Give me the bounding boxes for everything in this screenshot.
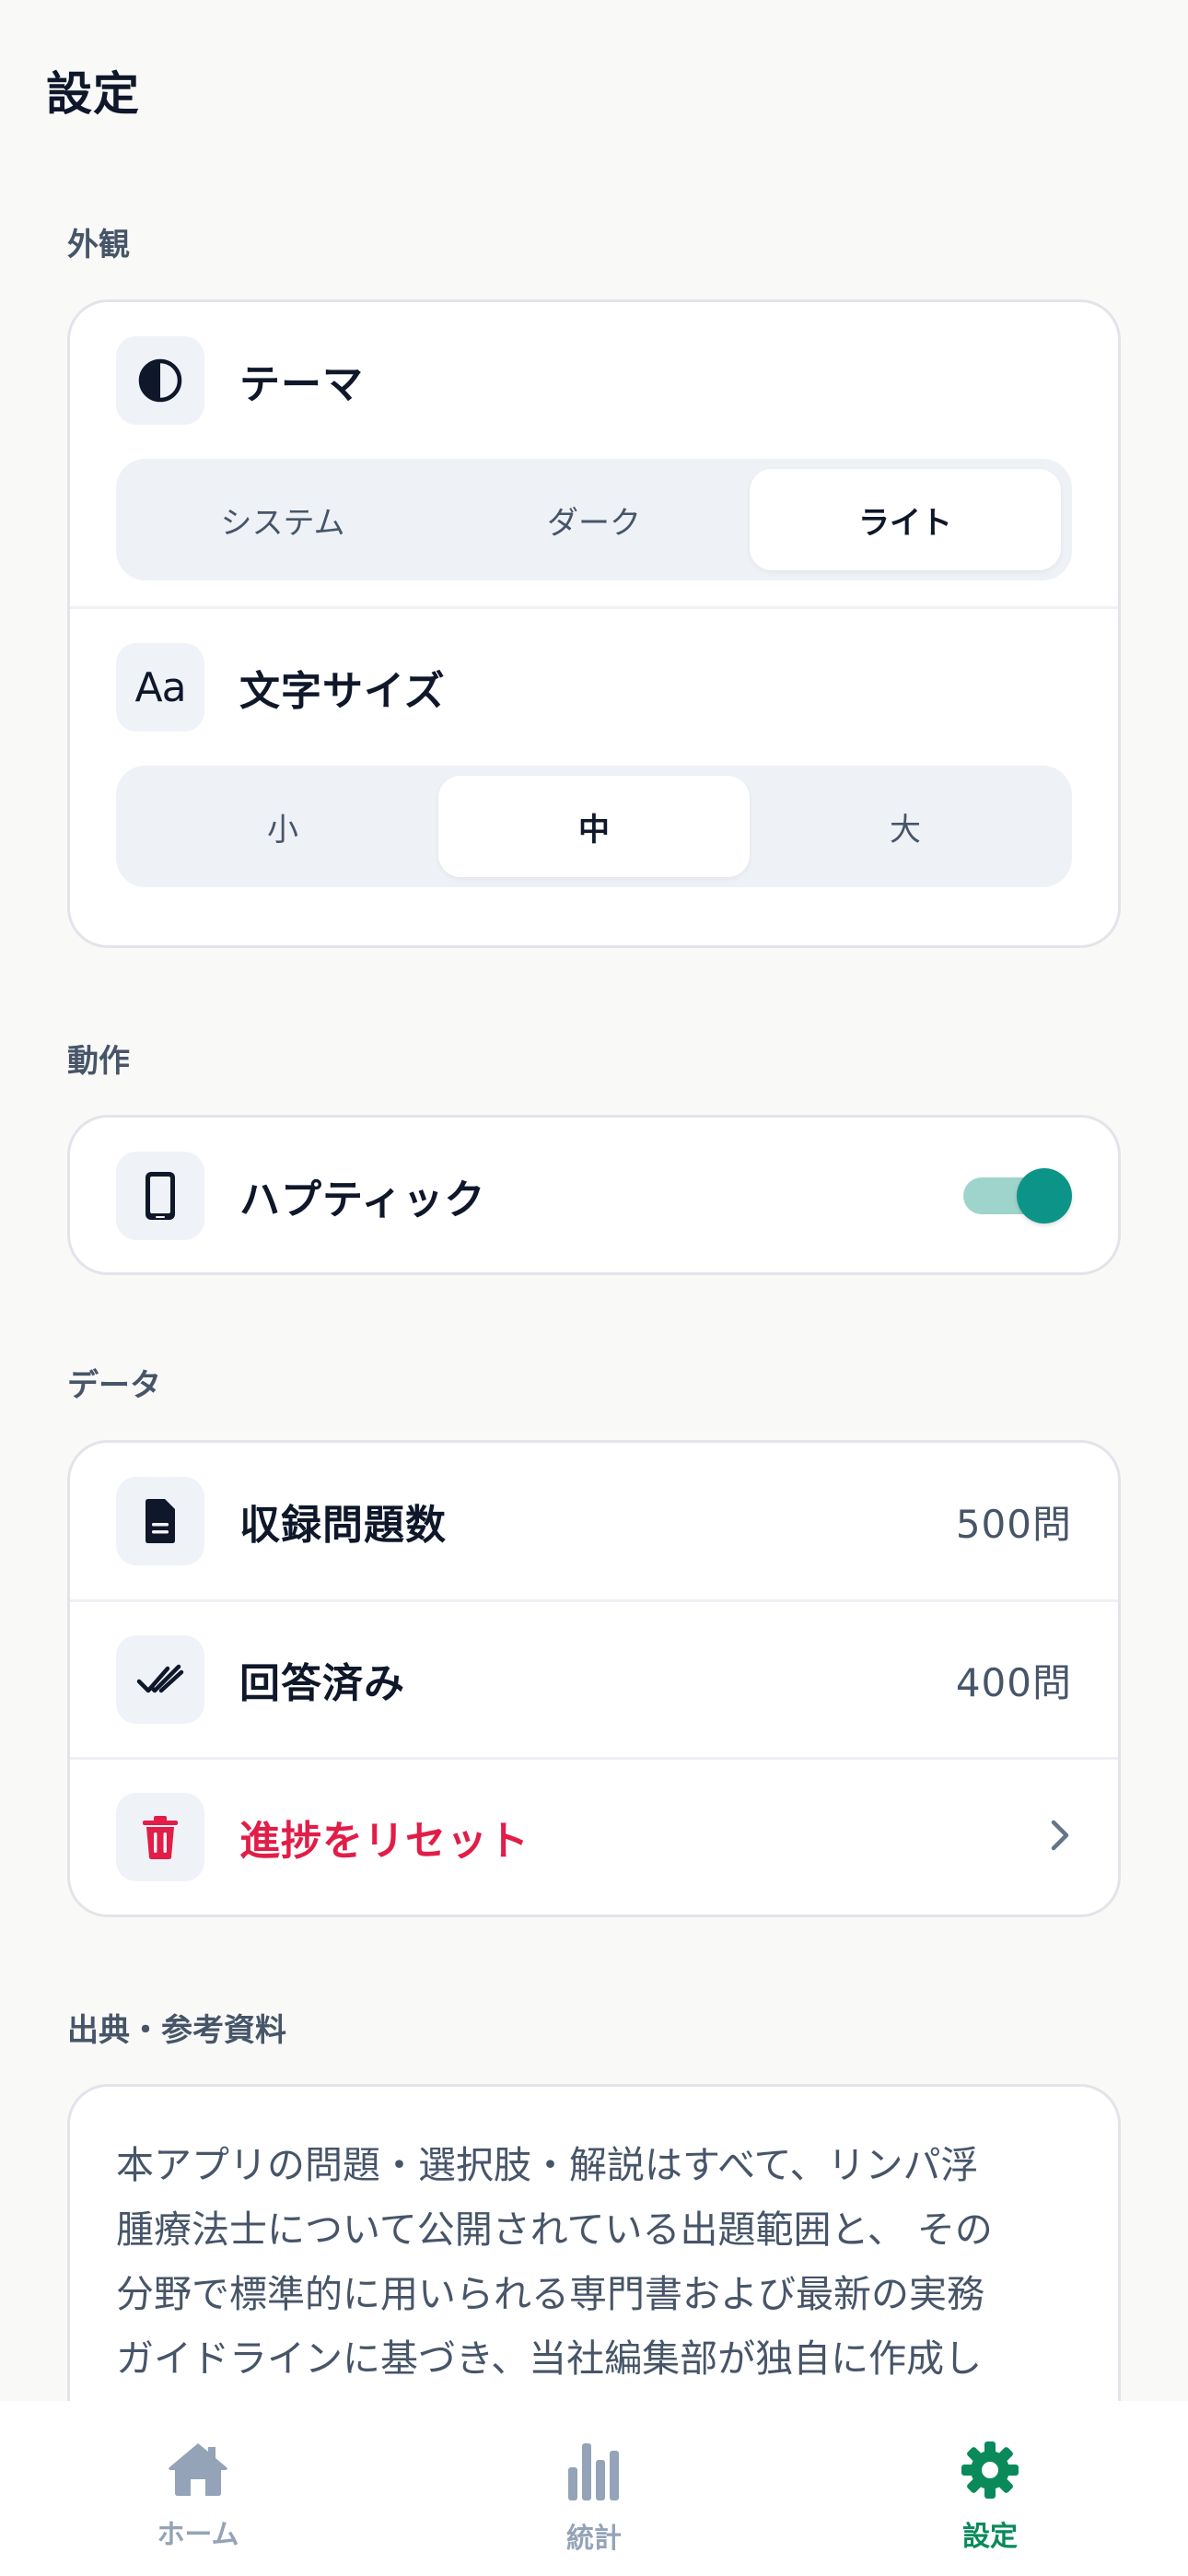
settings-screen: 設定 外観 テーマ システム ダーク ライト Aa 文字サイズ 小 中 大 動作…: [0, 0, 1188, 2576]
font-size-title: 文字サイズ: [239, 668, 446, 715]
font-size-option-small[interactable]: 小: [127, 776, 438, 877]
tab-home-label: ホーム: [157, 2519, 239, 2551]
font-size-row: Aa 文字サイズ: [70, 609, 1118, 766]
theme-option-system[interactable]: システム: [127, 469, 438, 570]
section-label-data: データ: [67, 1367, 161, 1404]
font-size-option-medium[interactable]: 中: [438, 776, 750, 877]
haptic-title: ハプティック: [239, 1177, 486, 1224]
sources-line: 本アプリの問題・選択肢・解説はすべて、リンパ浮: [116, 2143, 979, 2187]
haptic-row: ハプティック: [70, 1118, 1118, 1272]
sources-line: ガイドラインに基づき、当社編集部が独自に作成し: [116, 2336, 983, 2381]
theme-title: テーマ: [239, 361, 364, 408]
question-count-row: 収録問題数 500問: [70, 1443, 1118, 1599]
question-count-value: 500問: [955, 1501, 1072, 1547]
section-label-sources: 出典・参考資料: [67, 2012, 286, 2049]
font-size-segmented-control: 小 中 大: [116, 766, 1072, 887]
answered-title: 回答済み: [239, 1660, 405, 1707]
tab-stats[interactable]: 統計: [396, 2401, 792, 2576]
appearance-card: テーマ システム ダーク ライト Aa 文字サイズ 小 中 大: [67, 299, 1121, 948]
sources-line: 腫療法士について公開されている出題範囲と、 その: [116, 2207, 993, 2252]
reset-progress-button[interactable]: 進捗をリセット: [70, 1760, 1118, 1914]
question-count-title: 収録問題数: [239, 1502, 447, 1549]
theme-row: テーマ: [70, 302, 1118, 459]
haptic-toggle[interactable]: [960, 1168, 1072, 1224]
phone-icon: [116, 1152, 204, 1240]
document-icon: [116, 1477, 204, 1565]
data-card: 収録問題数 500問 回答済み 400問 進捗をリセット: [67, 1440, 1121, 1917]
font-size-option-large[interactable]: 大: [750, 776, 1061, 877]
contrast-icon: [116, 336, 204, 425]
bar-chart-icon: [565, 2440, 623, 2506]
theme-segmented-control: システム ダーク ライト: [116, 459, 1072, 580]
font-size-icon: Aa: [116, 643, 204, 732]
tab-bar: ホーム 統計 設定: [0, 2401, 1188, 2576]
answered-row: 回答済み 400問: [70, 1602, 1118, 1757]
theme-option-light[interactable]: ライト: [750, 469, 1061, 570]
trash-icon: [116, 1793, 204, 1881]
tab-settings[interactable]: 設定: [792, 2401, 1188, 2576]
double-check-icon: [116, 1635, 204, 1724]
section-label-behavior: 動作: [67, 1043, 130, 1080]
chevron-right-icon: [1048, 1817, 1072, 1857]
section-label-appearance: 外観: [67, 227, 130, 263]
sources-text: 本アプリの問題・選択肢・解説はすべて、リンパ浮 腫療法士について公開されている出…: [70, 2087, 1118, 2391]
tab-settings-label: 設定: [962, 2521, 1018, 2553]
gear-icon: [960, 2440, 1020, 2504]
answered-value: 400問: [955, 1659, 1072, 1705]
behavior-card: ハプティック: [67, 1115, 1121, 1275]
reset-progress-label: 進捗をリセット: [239, 1818, 530, 1865]
toggle-knob: [1017, 1168, 1072, 1224]
tab-stats-label: 統計: [566, 2523, 622, 2555]
tab-home[interactable]: ホーム: [0, 2401, 396, 2576]
sources-line: 分野で標準的に用いられる専門書および最新の実務: [116, 2272, 984, 2316]
page-title: 設定: [46, 67, 140, 121]
home-icon: [166, 2440, 230, 2502]
theme-option-dark[interactable]: ダーク: [438, 469, 750, 570]
